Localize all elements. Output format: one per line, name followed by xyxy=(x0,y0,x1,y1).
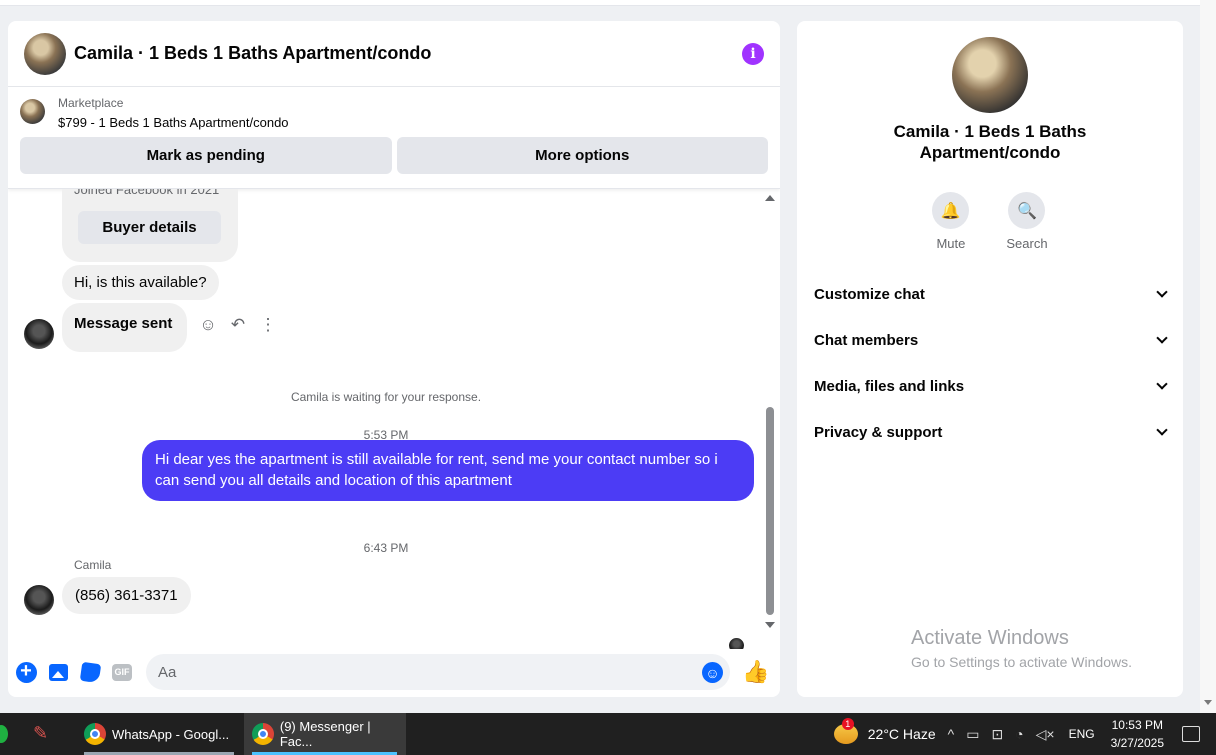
section-customize-chat[interactable]: Customize chat xyxy=(797,271,1183,317)
mute-button[interactable]: 🔔 Mute xyxy=(932,192,970,251)
scroll-down-arrow-icon[interactable] xyxy=(1204,700,1212,705)
weather-text[interactable]: 22°C Haze xyxy=(868,726,936,742)
message-input[interactable] xyxy=(158,663,678,681)
taskbar-item-whatsapp[interactable]: WhatsApp - Googl... xyxy=(76,713,236,755)
windows-taskbar: ✎ WhatsApp - Googl... (9) Messenger | Fa… xyxy=(0,713,1216,755)
timestamp: 6:43 PM xyxy=(363,541,409,555)
search-button[interactable]: 🔍 Search xyxy=(1006,192,1048,251)
display-icon[interactable]: ⊡ xyxy=(991,726,1003,743)
message-bubble[interactable]: (856) 361-3371 xyxy=(62,577,191,614)
scroll-thumb[interactable] xyxy=(766,407,774,615)
sticker-icon[interactable] xyxy=(79,661,101,683)
marketplace-banner: Marketplace $799 - 1 Beds 1 Baths Apartm… xyxy=(8,87,780,189)
listing-title[interactable]: $799 - 1 Beds 1 Baths Apartment/condo xyxy=(58,115,289,130)
thumbs-up-icon[interactable]: 👍 xyxy=(742,659,769,685)
chat-header: Camila · 1 Beds 1 Baths Apartment/condo … xyxy=(8,21,780,87)
section-privacy-support[interactable]: Privacy & support xyxy=(797,409,1183,455)
weather-icon[interactable]: 1 xyxy=(833,718,858,744)
listing-thumbnail[interactable] xyxy=(20,99,45,124)
message-input-box[interactable]: ☺ xyxy=(146,654,730,690)
top-strip xyxy=(0,0,1216,6)
joined-text: Joined Facebook in 2021 xyxy=(74,189,220,197)
gif-icon[interactable]: GIF xyxy=(111,661,133,683)
chevron-down-icon xyxy=(1156,332,1168,344)
wifi-icon[interactable]: ◔ xyxy=(1015,726,1023,742)
volume-muted-icon[interactable]: ◁× xyxy=(1036,726,1055,743)
profile-name: Camila · 1 Beds 1 Baths Apartment/condo xyxy=(893,122,1087,162)
outgoing-message-bubble[interactable]: Hi dear yes the apartment is still avail… xyxy=(142,440,754,501)
chevron-down-icon xyxy=(1156,378,1168,390)
chrome-icon xyxy=(84,723,106,745)
battery-icon[interactable]: ▭ xyxy=(966,726,979,743)
profile-actions: 🔔 Mute 🔍 Search xyxy=(797,192,1183,251)
mark-as-pending-button[interactable]: Mark as pending xyxy=(20,137,392,174)
profile-avatar[interactable] xyxy=(952,37,1028,113)
chat-title[interactable]: Camila · 1 Beds 1 Baths Apartment/condo xyxy=(74,43,431,64)
clock[interactable]: 10:53 PM 3/27/2025 xyxy=(1111,716,1164,752)
scroll-down-arrow-icon[interactable] xyxy=(765,622,775,628)
activate-windows-watermark: Activate Windows Go to Settings to activ… xyxy=(911,627,1132,670)
composer: + GIF ☺ 👍 xyxy=(8,647,780,697)
waiting-note: Camila is waiting for your response. xyxy=(290,390,482,404)
image-icon[interactable] xyxy=(47,661,69,683)
contact-avatar-small[interactable] xyxy=(24,585,54,615)
pinned-app-icon[interactable]: ✎ xyxy=(33,723,57,745)
more-options-button[interactable]: More options xyxy=(396,137,768,174)
plus-icon[interactable]: + xyxy=(15,661,37,683)
marketplace-label: Marketplace xyxy=(58,96,124,110)
buyer-card: Joined Facebook in 2021 Buyer details xyxy=(62,189,238,262)
chevron-down-icon xyxy=(1156,286,1168,298)
bell-icon[interactable]: 🔔 xyxy=(932,192,970,229)
search-icon[interactable]: 🔍 xyxy=(1008,192,1046,229)
react-icon[interactable]: ☺ xyxy=(198,315,218,335)
contact-avatar-small[interactable] xyxy=(24,319,54,349)
message-actions: ☺ ↶ ⋮ xyxy=(198,315,278,335)
chevron-up-icon[interactable]: ^ xyxy=(948,726,955,742)
notification-icon[interactable] xyxy=(1182,726,1200,742)
section-media-files-links[interactable]: Media, files and links xyxy=(797,363,1183,409)
buyer-details-button[interactable]: Buyer details xyxy=(78,211,221,244)
language-indicator[interactable]: ENG xyxy=(1069,727,1095,741)
message-scrollbar[interactable] xyxy=(765,189,775,649)
message-list[interactable]: Joined Facebook in 2021 Buyer details Hi… xyxy=(8,189,780,649)
message-bubble[interactable]: Hi, is this available? xyxy=(62,265,219,300)
more-vertical-icon[interactable]: ⋮ xyxy=(258,315,278,335)
section-chat-members[interactable]: Chat members xyxy=(797,317,1183,363)
page-scrollbar[interactable] xyxy=(1200,0,1216,713)
taskbar-item-messenger[interactable]: (9) Messenger | Fac... xyxy=(244,713,406,755)
system-tray: 1 22°C Haze ^ ▭ ⊡ ◔ ◁× ENG 10:53 PM 3/27… xyxy=(833,713,1216,755)
sender-name: Camila xyxy=(74,558,112,572)
info-sections: Customize chat Chat members Media, files… xyxy=(797,271,1183,455)
chrome-icon xyxy=(252,723,274,745)
info-icon[interactable]: i xyxy=(742,42,764,65)
chat-panel: Camila · 1 Beds 1 Baths Apartment/condo … xyxy=(8,21,780,697)
mute-label: Mute xyxy=(936,236,966,251)
search-label: Search xyxy=(1006,236,1048,251)
scroll-up-arrow-icon[interactable] xyxy=(765,195,775,201)
emoji-icon[interactable]: ☺ xyxy=(702,662,723,683)
conversation-info-panel: Camila · 1 Beds 1 Baths Apartment/condo … xyxy=(797,21,1183,697)
message-bubble-sent-status[interactable]: Message sent xyxy=(62,303,188,352)
contact-avatar[interactable] xyxy=(24,32,66,75)
chevron-down-icon xyxy=(1156,424,1168,436)
pinned-app-icon[interactable] xyxy=(0,725,8,743)
reply-icon[interactable]: ↶ xyxy=(228,315,248,335)
